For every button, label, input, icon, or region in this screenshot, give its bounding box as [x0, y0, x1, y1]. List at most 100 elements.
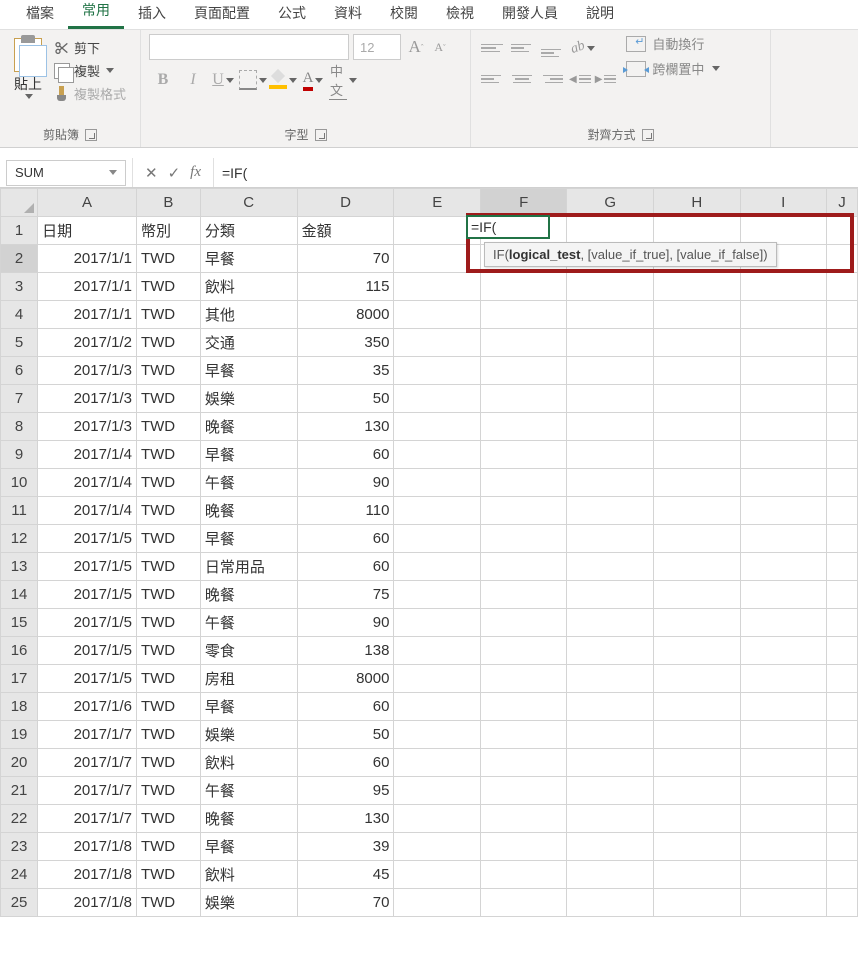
cell-I9[interactable] [740, 441, 827, 469]
cell-G12[interactable] [567, 525, 654, 553]
cell-D23[interactable]: 39 [297, 833, 394, 861]
cell-B25[interactable]: TWD [136, 889, 200, 917]
cell-C5[interactable]: 交通 [200, 329, 297, 357]
shrink-font-button[interactable]: Aˇ [429, 34, 451, 60]
ribbon-tab-2[interactable]: 插入 [124, 0, 180, 29]
row-header[interactable]: 9 [1, 441, 38, 469]
cell-D3[interactable]: 115 [297, 273, 394, 301]
cell-D4[interactable]: 8000 [297, 301, 394, 329]
cell-A9[interactable]: 2017/1/4 [38, 441, 137, 469]
cell-E10[interactable] [394, 469, 481, 497]
cell-G9[interactable] [567, 441, 654, 469]
cell-B10[interactable]: TWD [136, 469, 200, 497]
cell-G23[interactable] [567, 833, 654, 861]
cell-I18[interactable] [740, 693, 827, 721]
cell-C15[interactable]: 午餐 [200, 609, 297, 637]
select-all-corner[interactable] [1, 189, 38, 217]
cell-J11[interactable] [827, 497, 858, 525]
cell-C21[interactable]: 午餐 [200, 777, 297, 805]
row-header[interactable]: 24 [1, 861, 38, 889]
cell-G3[interactable] [567, 273, 654, 301]
cell-F17[interactable] [480, 665, 567, 693]
font-color-button[interactable]: A [299, 66, 327, 94]
cell-A22[interactable]: 2017/1/7 [38, 805, 137, 833]
cell-C19[interactable]: 娛樂 [200, 721, 297, 749]
ribbon-tab-4[interactable]: 公式 [264, 0, 320, 29]
cell-B11[interactable]: TWD [136, 497, 200, 525]
cell-E3[interactable] [394, 273, 481, 301]
cell-J20[interactable] [827, 749, 858, 777]
cell-B5[interactable]: TWD [136, 329, 200, 357]
cell-I17[interactable] [740, 665, 827, 693]
cell-D6[interactable]: 35 [297, 357, 394, 385]
cell-G7[interactable] [567, 385, 654, 413]
cell-A25[interactable]: 2017/1/8 [38, 889, 137, 917]
cell-G21[interactable] [567, 777, 654, 805]
cell-F13[interactable] [480, 553, 567, 581]
cell-H25[interactable] [653, 889, 740, 917]
cell-C13[interactable]: 日常用品 [200, 553, 297, 581]
cell-F16[interactable] [480, 637, 567, 665]
row-header[interactable]: 22 [1, 805, 38, 833]
ribbon-tab-1[interactable]: 常用 [68, 0, 124, 29]
cell-A15[interactable]: 2017/1/5 [38, 609, 137, 637]
cell-I24[interactable] [740, 861, 827, 889]
cell-B14[interactable]: TWD [136, 581, 200, 609]
cell-E8[interactable] [394, 413, 481, 441]
cell-B21[interactable]: TWD [136, 777, 200, 805]
cell-A18[interactable]: 2017/1/6 [38, 693, 137, 721]
border-button[interactable] [239, 66, 267, 94]
cell-B8[interactable]: TWD [136, 413, 200, 441]
cell-C14[interactable]: 晚餐 [200, 581, 297, 609]
cell-E16[interactable] [394, 637, 481, 665]
cell-C12[interactable]: 早餐 [200, 525, 297, 553]
cell-D22[interactable]: 130 [297, 805, 394, 833]
cell-I20[interactable] [740, 749, 827, 777]
cell-F20[interactable] [480, 749, 567, 777]
cell-C24[interactable]: 飲料 [200, 861, 297, 889]
cell-E9[interactable] [394, 441, 481, 469]
cell-B17[interactable]: TWD [136, 665, 200, 693]
cell-J8[interactable] [827, 413, 858, 441]
cell-A12[interactable]: 2017/1/5 [38, 525, 137, 553]
cell-E17[interactable] [394, 665, 481, 693]
cell-H15[interactable] [653, 609, 740, 637]
bold-button[interactable]: B [149, 66, 177, 94]
cell-F22[interactable] [480, 805, 567, 833]
cell-C16[interactable]: 零食 [200, 637, 297, 665]
cell-H4[interactable] [653, 301, 740, 329]
cell-H18[interactable] [653, 693, 740, 721]
cell-J14[interactable] [827, 581, 858, 609]
cell-J23[interactable] [827, 833, 858, 861]
row-header[interactable]: 19 [1, 721, 38, 749]
cell-E23[interactable] [394, 833, 481, 861]
row-header[interactable]: 8 [1, 413, 38, 441]
cell-E24[interactable] [394, 861, 481, 889]
cell-D14[interactable]: 75 [297, 581, 394, 609]
cell-F23[interactable] [480, 833, 567, 861]
cell-A20[interactable]: 2017/1/7 [38, 749, 137, 777]
cell-J15[interactable] [827, 609, 858, 637]
cell-D7[interactable]: 50 [297, 385, 394, 413]
row-header[interactable]: 14 [1, 581, 38, 609]
phonetic-button[interactable]: 中文 [329, 66, 357, 94]
cell-H10[interactable] [653, 469, 740, 497]
cell-E13[interactable] [394, 553, 481, 581]
cell-I13[interactable] [740, 553, 827, 581]
cell-A8[interactable]: 2017/1/3 [38, 413, 137, 441]
cell-H16[interactable] [653, 637, 740, 665]
cell-F12[interactable] [480, 525, 567, 553]
cell-H3[interactable] [653, 273, 740, 301]
cell-A4[interactable]: 2017/1/1 [38, 301, 137, 329]
cell-A13[interactable]: 2017/1/5 [38, 553, 137, 581]
italic-button[interactable]: I [179, 66, 207, 94]
name-box[interactable]: SUM [6, 160, 126, 186]
cell-F7[interactable] [480, 385, 567, 413]
underline-button[interactable]: U [209, 66, 237, 94]
cell-B16[interactable]: TWD [136, 637, 200, 665]
cell-E11[interactable] [394, 497, 481, 525]
cell-D20[interactable]: 60 [297, 749, 394, 777]
cell-H20[interactable] [653, 749, 740, 777]
cell-D5[interactable]: 350 [297, 329, 394, 357]
cell-H12[interactable] [653, 525, 740, 553]
